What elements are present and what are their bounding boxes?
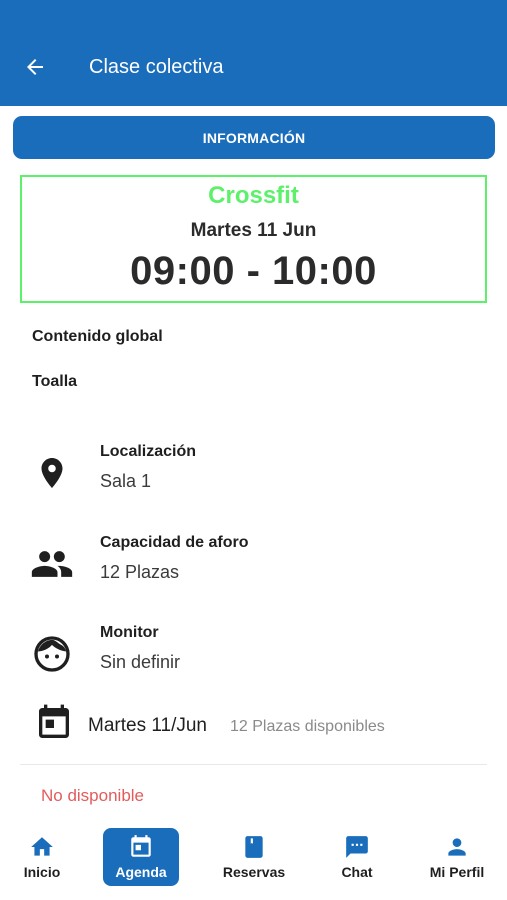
nav-item-reservas[interactable]: Reservas: [214, 828, 294, 886]
session-date-row: Martes 11/Jun 12 Plazas disponibles: [30, 703, 490, 747]
calendar-icon: [34, 703, 74, 743]
session-date: Martes 11/Jun: [88, 715, 207, 736]
detail-value: Sin definir: [100, 652, 181, 672]
divider: [20, 764, 487, 765]
people-icon: [30, 542, 74, 586]
page-title: Clase colectiva: [89, 56, 224, 78]
nav-label: Agenda: [115, 864, 167, 880]
nav-item-agenda[interactable]: Agenda: [103, 828, 179, 886]
home-icon: [31, 837, 53, 856]
nav-label: Inicio: [23, 864, 61, 880]
detail-value: 12 Plazas: [100, 562, 180, 582]
detail-title: Capacidad de aforo: [100, 534, 249, 551]
detail-title: Localización: [100, 443, 197, 460]
back-button[interactable]: [20, 52, 50, 82]
available-seats: 12 Plazas disponibles: [230, 718, 385, 735]
detail-value: Sala 1: [100, 471, 152, 491]
calendar-icon: [131, 835, 151, 857]
nav-item-mi-perfil[interactable]: Mi Perfil: [420, 828, 494, 886]
tab-informacion[interactable]: INFORMACIÓN: [13, 116, 495, 159]
nav-label: Chat: [341, 864, 373, 880]
detail-monitor: Monitor Sin definir: [30, 624, 480, 684]
class-summary-card: Crossfit Martes 11 Jun 09:00 - 10:00: [20, 175, 487, 303]
class-time-range: 09:00 - 10:00: [130, 249, 377, 293]
nav-item-inicio[interactable]: Inicio: [14, 828, 70, 886]
nav-label: Reservas: [222, 864, 286, 880]
app-bar: Clase colectiva: [0, 0, 507, 106]
chat-icon: [346, 836, 368, 858]
detail-title: Monitor: [100, 624, 159, 641]
global-content-label: Contenido global: [32, 328, 163, 345]
face-icon: [30, 632, 74, 676]
status-unavailable: No disponible: [41, 786, 145, 805]
book-icon: [245, 836, 263, 858]
detail-capacity: Capacidad de aforo 12 Plazas: [30, 534, 480, 594]
location-pin-icon: [30, 451, 74, 495]
content-item: Toalla: [32, 373, 78, 390]
class-name: Crossfit: [208, 182, 299, 209]
class-date: Martes 11 Jun: [190, 220, 317, 241]
detail-location: Localización Sala 1: [30, 443, 480, 503]
arrow-left-icon: [27, 59, 43, 75]
nav-item-chat[interactable]: Chat: [331, 828, 383, 886]
person-icon: [448, 838, 466, 856]
bottom-navigation: Inicio Agenda Reservas Chat Mi Perfil: [0, 822, 507, 900]
nav-label: Mi Perfil: [429, 864, 485, 880]
